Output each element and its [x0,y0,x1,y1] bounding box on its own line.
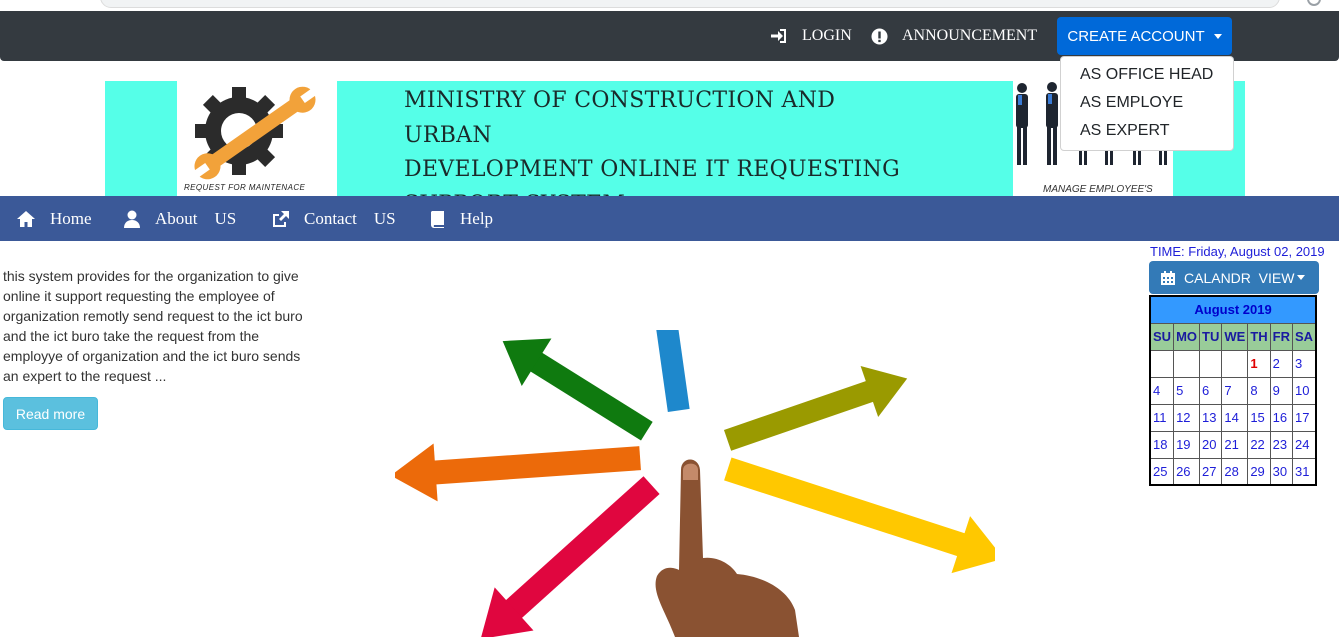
arrows-hand-illustration [390,281,1004,640]
calendar-icon [1161,270,1175,285]
nav-help-label: Help [460,208,494,228]
nav-home-label: Home [50,208,92,228]
logo-caption: REQUEST FOR MAINTENACE [184,183,306,192]
calendar-day[interactable]: 13 [1199,403,1223,432]
calendar-day[interactable]: 22 [1247,430,1271,459]
nav-help[interactable]: Help [430,196,493,241]
calendar-week-row: 25 26 27 28 29 30 31 [1149,457,1317,486]
caret-down-icon [1213,33,1222,39]
calendar-week-row: 18 19 20 21 22 23 24 [1149,430,1317,459]
calendar-day[interactable]: 9 [1269,376,1294,405]
calendar-day [1173,349,1201,378]
intro-text: this system provides for the organizatio… [3,268,303,384]
calendar-day[interactable]: 30 [1269,457,1294,486]
weekday-th: TH [1247,322,1271,351]
nav-contact-label: Contact [304,208,357,228]
calendar-day[interactable]: 12 [1173,403,1201,432]
calendar-day[interactable]: 3 [1292,349,1317,378]
profile-icon[interactable] [1307,0,1321,6]
calendar-day[interactable]: 31 [1292,457,1317,486]
share-icon [273,210,289,227]
weekday-mo: MO [1173,322,1201,351]
calendar-day[interactable]: 19 [1173,430,1201,459]
browser-address-strip [0,0,1339,11]
dropdown-item-employe[interactable]: AS EMPLOYE [1061,91,1233,119]
current-time: TIME: Friday, August 02, 2019 [1150,244,1325,259]
create-account-button[interactable]: CREATE ACCOUNT [1057,17,1232,55]
maintenance-logo: REQUEST FOR MAINTENACE [177,81,337,196]
calendar-day[interactable]: 28 [1221,457,1249,486]
nav-home[interactable]: Home [16,196,92,241]
calendar-day[interactable]: 18 [1149,430,1175,459]
weekday-tu: TU [1199,322,1223,351]
dropdown-item-office-head[interactable]: AS OFFICE HEAD [1061,63,1233,91]
calendar-day[interactable]: 27 [1199,457,1223,486]
login-icon [771,29,786,43]
hero-illustration [390,281,1004,640]
calendar-day[interactable]: 2 [1269,349,1294,378]
calendar-day[interactable]: 14 [1221,403,1249,432]
calendar-day[interactable]: 26 [1173,457,1201,486]
calendar-day[interactable]: 4 [1149,376,1175,405]
calendar-day[interactable]: 21 [1221,430,1249,459]
calendar-view-label: CALANDR VIEW [1184,269,1295,286]
calendar-day[interactable]: 11 [1149,403,1175,432]
calendar-day[interactable]: 20 [1199,430,1223,459]
calendar-week-row: 11 12 13 14 15 16 17 [1149,403,1317,432]
create-account-dropdown: AS OFFICE HEAD AS EMPLOYE AS EXPERT [1060,56,1234,151]
site-title-line-1: MINISTRY OF CONSTRUCTION AND URBAN [404,88,836,148]
calendar-day[interactable]: 5 [1173,376,1201,405]
people-caption: MANAGE EMPLOYEE'S [1043,184,1153,195]
calendar-day[interactable]: 24 [1292,430,1317,459]
read-more-button[interactable]: Read more [3,397,98,430]
caret-down-icon [1297,275,1306,280]
weekday-sa: SA [1292,322,1317,351]
calendar-day [1199,349,1223,378]
book-icon [431,210,444,228]
calendar-day[interactable]: 15 [1247,403,1271,432]
calendar-day[interactable]: 7 [1221,376,1249,405]
top-navbar: LOGIN ANNOUNCEMENT CREATE ACCOUNT [0,11,1339,61]
calendar-day-today[interactable]: 1 [1247,349,1271,378]
calendar-month-label: August 2019 [1149,295,1317,324]
login-label: LOGIN [802,27,852,44]
user-icon [124,210,140,228]
home-icon [17,210,35,227]
nav-contact[interactable]: Contact US [270,196,396,241]
month-calendar: August 2019 SU MO TU WE TH FR SA 1 2 3 4… [1149,295,1318,486]
calendar-week-row: 4 5 6 7 8 9 10 [1149,376,1317,405]
dropdown-item-expert[interactable]: AS EXPERT [1061,119,1233,147]
calendar-day[interactable]: 29 [1247,457,1271,486]
nav-about-label-2: US [214,208,237,228]
announcement-link[interactable]: ANNOUNCEMENT [871,11,1037,61]
main-navbar: Home About US Contact US Help [0,196,1339,241]
exclamation-circle-icon [871,28,888,44]
calendar-view-button[interactable]: CALANDR VIEW [1149,261,1319,294]
announcement-label: ANNOUNCEMENT [902,27,1038,44]
calendar-day [1149,349,1175,378]
nav-about[interactable]: About US [123,196,236,241]
calendar-day[interactable]: 10 [1292,376,1317,405]
site-title-line-2: DEVELOPMENT ONLINE IT REQUESTING [404,157,900,182]
calendar-day[interactable]: 6 [1199,376,1223,405]
weekday-we: WE [1221,322,1249,351]
calendar-day[interactable]: 25 [1149,457,1175,486]
weekday-fr: FR [1269,322,1294,351]
nav-about-label: About [155,208,198,228]
calendar-day [1221,349,1249,378]
nav-contact-label-2: US [373,208,396,228]
calendar-day[interactable]: 16 [1269,403,1294,432]
login-link[interactable]: LOGIN [770,11,852,61]
calendar-week-row: 1 2 3 [1149,349,1317,378]
address-bar[interactable] [100,0,1280,8]
calendar-day[interactable]: 23 [1269,430,1294,459]
gear-wrench-icon [192,86,318,180]
calendar-weekday-row: SU MO TU WE TH FR SA [1149,322,1317,351]
weekday-su: SU [1149,322,1175,351]
calendar-day[interactable]: 8 [1247,376,1271,405]
calendar-day[interactable]: 17 [1292,403,1317,432]
create-account-label: CREATE ACCOUNT [1067,27,1205,45]
